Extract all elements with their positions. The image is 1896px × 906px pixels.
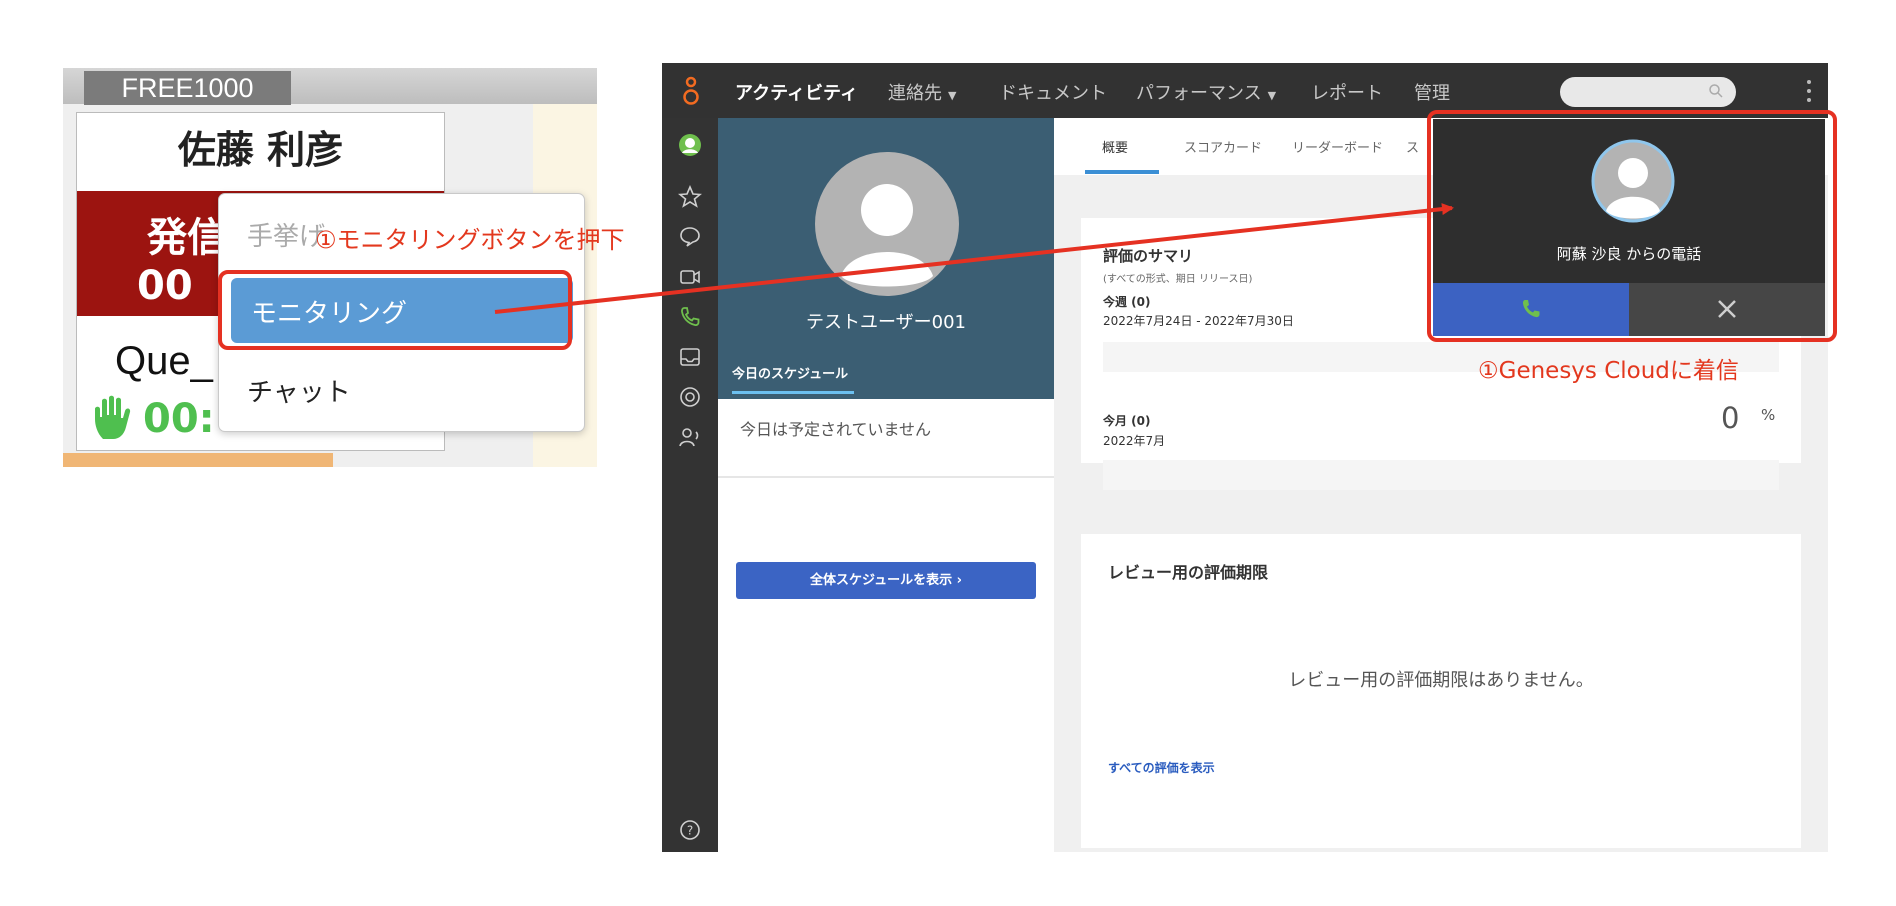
svg-text:?: ? <box>687 824 693 838</box>
tab-active-indicator <box>732 391 854 394</box>
star-icon[interactable] <box>678 185 702 209</box>
nav-contacts-label: 連絡先 <box>888 83 942 104</box>
nav-performance[interactable]: パフォーマンス ▼ <box>1136 79 1276 105</box>
caret-down-icon: ▼ <box>1267 89 1277 102</box>
view-full-schedule-button[interactable]: 全体スケジュールを表示 › <box>736 562 1036 599</box>
agent-id-label: FREE1000 <box>84 71 291 105</box>
nav-contacts[interactable]: 連絡先 ▼ <box>888 79 956 105</box>
support-icon[interactable] <box>678 385 702 409</box>
search-icon <box>1709 84 1723 98</box>
queue-label: Que_ <box>115 339 213 383</box>
inbox-icon[interactable] <box>678 345 702 369</box>
chat-icon[interactable] <box>678 225 702 249</box>
empty-state-text: レビュー用の評価期限はありません。 <box>1288 670 1594 691</box>
people-icon[interactable] <box>678 425 702 449</box>
monitoring-annotation: ①モニタリングボタンを押下 <box>315 226 625 254</box>
nav-reports[interactable]: レポート <box>1311 79 1383 105</box>
monitoring-highlight-box <box>218 270 572 350</box>
caret-down-icon: ▼ <box>948 89 957 102</box>
month-range: 2022年7月 <box>1103 434 1166 448</box>
review-deadline-card: レビュー用の評価期限 レビュー用の評価期限はありません。 すべての評価を表示 <box>1081 534 1801 848</box>
no-schedule-text: 今日は予定されていません <box>740 420 932 439</box>
incoming-call-highlight-box <box>1427 110 1837 342</box>
card-title: レビュー用の評価期限 <box>1108 563 1269 582</box>
divider <box>718 476 1054 478</box>
panel-footer-strip <box>63 453 333 467</box>
tab-today-schedule[interactable]: 今日のスケジュール <box>732 363 848 382</box>
month-progress-bar <box>1103 460 1779 490</box>
week-range: 2022年7月24日 - 2022年7月30日 <box>1103 314 1294 328</box>
nav-activity[interactable]: アクティビティ <box>735 79 858 105</box>
profile-header: テストユーザー001 今日のスケジュール <box>718 118 1054 399</box>
avatar-icon[interactable] <box>678 133 702 157</box>
tab-scorecard[interactable]: スコアカード <box>1184 137 1262 156</box>
status-time: 00 <box>137 263 193 309</box>
nav-admin[interactable]: 管理 <box>1414 79 1450 105</box>
agent-name: 佐藤 利彦 <box>177 128 344 172</box>
menu-item-chat[interactable]: チャット <box>247 372 351 409</box>
user-avatar <box>815 152 959 296</box>
month-percent: 0 <box>1721 401 1740 435</box>
menu-item-raise-hand[interactable]: 手挙げ <box>247 216 325 253</box>
percent-symbol: % <box>1761 406 1776 424</box>
status-label: 発信 <box>147 215 227 261</box>
card-title: 評価のサマリ <box>1103 247 1194 265</box>
left-sidebar: ? <box>662 118 718 852</box>
tab-leaderboard[interactable]: リーダーボード <box>1292 137 1383 156</box>
tab-truncated[interactable]: ス <box>1406 137 1419 156</box>
card-subtitle: (すべての形式、期日 リリース日) <box>1103 274 1253 285</box>
incoming-call-annotation: ①Genesys Cloudに着信 <box>1478 358 1739 384</box>
phone-icon[interactable] <box>678 305 702 329</box>
help-icon[interactable]: ? <box>678 818 702 842</box>
genesys-logo-icon <box>683 76 699 105</box>
video-icon[interactable] <box>678 265 702 289</box>
tab-overview[interactable]: 概要 <box>1102 137 1128 156</box>
user-name: テストユーザー001 <box>806 312 966 333</box>
hand-raise-time: 00: <box>143 396 215 442</box>
more-menu-icon[interactable] <box>1806 77 1812 105</box>
nav-documents[interactable]: ドキュメント <box>999 79 1107 105</box>
nav-performance-label: パフォーマンス <box>1136 83 1262 104</box>
tab-active-indicator <box>1085 170 1159 174</box>
week-label: 今週 (0) <box>1103 295 1151 309</box>
profile-panel: テストユーザー001 今日のスケジュール 今日は予定されていません 全体スケジュ… <box>718 118 1054 852</box>
view-all-evaluations-link[interactable]: すべての評価を表示 <box>1108 759 1215 776</box>
month-label: 今月 (0) <box>1103 414 1151 428</box>
search-input[interactable] <box>1560 77 1736 107</box>
raised-hand-icon <box>95 395 131 439</box>
